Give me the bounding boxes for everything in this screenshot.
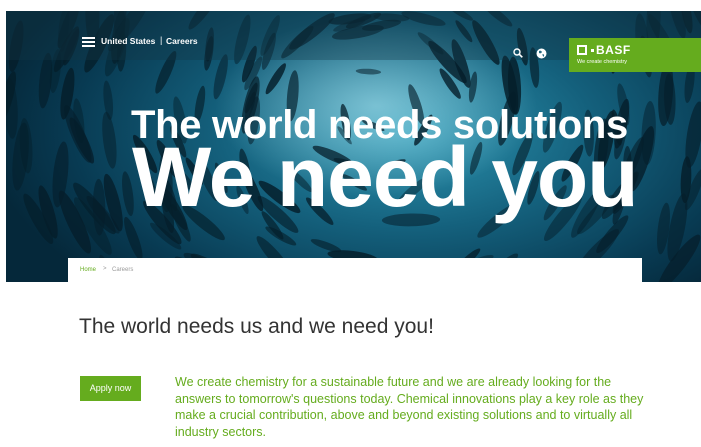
logo-square-icon — [577, 45, 587, 55]
breadcrumb-home-link[interactable]: Home — [80, 267, 96, 273]
hero-banner: United States | Careers BASF We create c… — [6, 11, 701, 282]
fish-silhouette — [355, 68, 382, 75]
apply-now-button[interactable]: Apply now — [80, 376, 141, 401]
country-selector[interactable]: United States — [101, 36, 155, 46]
logo-dot-icon — [591, 49, 594, 52]
nav-separator: | — [160, 35, 163, 45]
fish-silhouette — [685, 101, 701, 168]
breadcrumb-current: Careers — [112, 267, 134, 273]
menu-icon[interactable] — [82, 37, 95, 48]
brand-tagline: We create chemistry — [577, 59, 628, 65]
brand-name: BASF — [596, 43, 631, 57]
breadcrumb: Home > Careers — [68, 258, 642, 284]
breadcrumb-separator: > — [103, 266, 107, 272]
globe-icon[interactable] — [536, 48, 547, 59]
fish-silhouette — [213, 54, 228, 100]
basf-logo[interactable]: BASF We create chemistry — [569, 38, 701, 72]
hero-subheadline: We need you — [132, 130, 639, 224]
section-link-careers[interactable]: Careers — [166, 36, 198, 46]
fish-silhouette — [102, 111, 117, 169]
fish-silhouette — [310, 239, 342, 253]
search-icon[interactable] — [513, 48, 523, 58]
intro-paragraph: We create chemistry for a sustainable fu… — [175, 375, 644, 439]
fish-silhouette — [641, 100, 656, 165]
page-title: The world needs us and we need you! — [79, 315, 434, 338]
